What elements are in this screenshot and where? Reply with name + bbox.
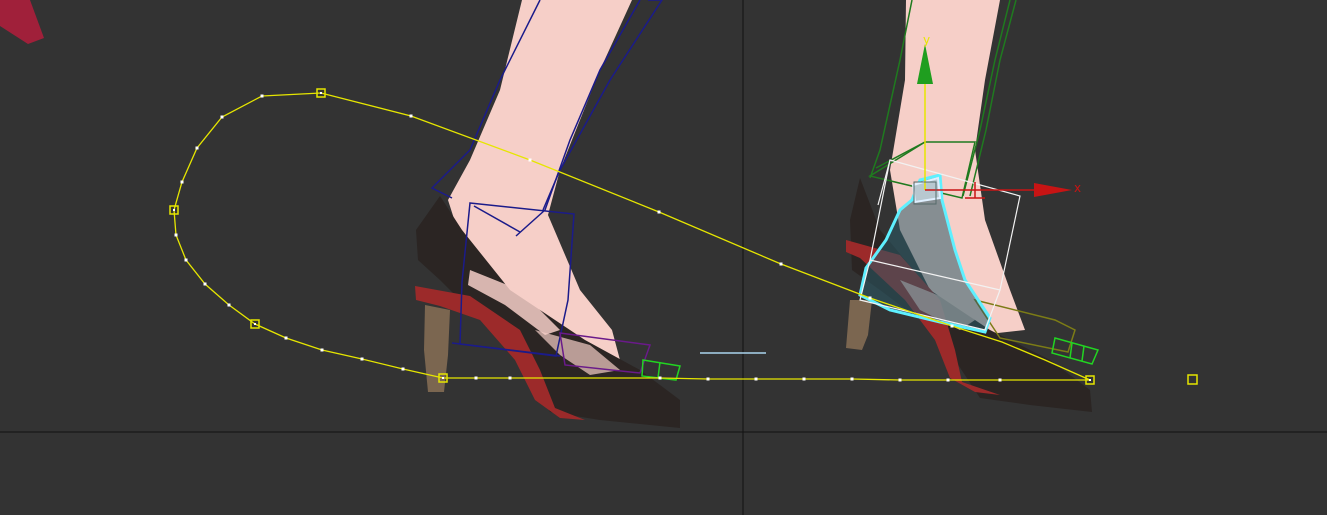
motion-path-sample xyxy=(409,114,413,118)
motion-path-sample xyxy=(754,377,758,381)
motion-path-sample xyxy=(802,377,806,381)
motion-path-sample xyxy=(360,357,364,361)
motion-path-sample xyxy=(508,376,512,380)
motion-path-sample xyxy=(946,378,950,382)
motion-path-sample xyxy=(195,146,199,150)
keyframe-center xyxy=(1089,379,1091,381)
motion-path-sample xyxy=(203,282,207,286)
motion-path-sample xyxy=(220,115,224,119)
motion-path-sample xyxy=(779,262,783,266)
motion-path-sample xyxy=(284,336,288,340)
motion-path-sample xyxy=(898,378,902,382)
keyframe-center xyxy=(173,209,175,211)
motion-path-sample xyxy=(174,233,178,237)
motion-path-sample xyxy=(706,377,710,381)
extra-keyframe-marker[interactable] xyxy=(1187,374,1198,385)
motion-path-sample xyxy=(950,324,954,328)
motion-path-sample xyxy=(850,377,854,381)
motion-path-sample xyxy=(260,94,264,98)
keyframe-center xyxy=(320,92,322,94)
keyframe-center xyxy=(254,323,256,325)
gizmo-y-label: y xyxy=(923,33,930,47)
cloth-fragment xyxy=(0,0,44,44)
viewport-canvas[interactable]: y x xyxy=(0,0,1327,515)
motion-path-sample xyxy=(227,303,231,307)
motion-path-sample xyxy=(528,158,532,162)
motion-path-sample xyxy=(184,258,188,262)
motion-path-sample xyxy=(180,180,184,184)
motion-path-sample xyxy=(657,210,661,214)
motion-path-sample xyxy=(658,376,662,380)
motion-path-sample xyxy=(474,376,478,380)
keyframe-center xyxy=(442,377,444,379)
gizmo-x-arrow-icon[interactable] xyxy=(1034,183,1072,197)
motion-path-sample xyxy=(401,367,405,371)
motion-path-sample xyxy=(868,296,872,300)
motion-path-sample xyxy=(998,378,1002,382)
gizmo-x-label: x xyxy=(1074,181,1081,195)
motion-path-sample xyxy=(320,348,324,352)
3d-viewport[interactable]: y x xyxy=(0,0,1327,515)
